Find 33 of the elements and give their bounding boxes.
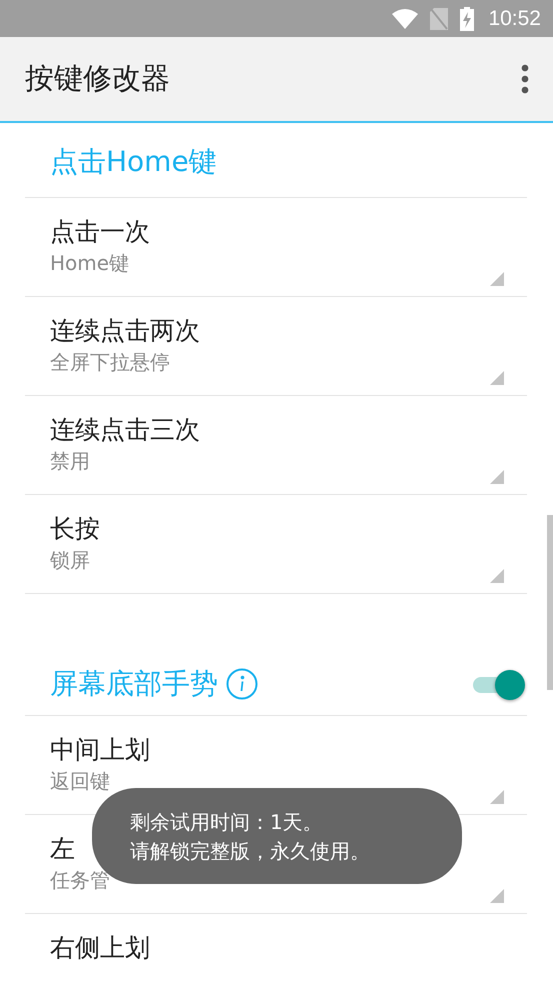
- preference-title: 点击一次: [50, 216, 150, 248]
- dropdown-corner-icon: [490, 371, 504, 385]
- preference-value: 全屏下拉悬停: [50, 349, 170, 376]
- dropdown-corner-icon: [490, 889, 504, 903]
- preference-row[interactable]: 点击一次 Home键: [25, 198, 527, 297]
- preference-row[interactable]: 长按 锁屏: [25, 495, 527, 594]
- info-icon[interactable]: [226, 668, 258, 700]
- preference-title: 右侧上划: [50, 932, 150, 964]
- section-header: 点击Home键: [50, 144, 217, 180]
- no-sim-icon: [430, 8, 448, 30]
- preference-row[interactable]: 右侧上划: [25, 914, 527, 983]
- preference-value: 任务管: [50, 867, 110, 894]
- dropdown-corner-icon: [490, 790, 504, 804]
- more-options-icon[interactable]: [519, 63, 531, 95]
- preference-value: 锁屏: [50, 547, 90, 574]
- preference-value: 返回键: [50, 768, 110, 795]
- preference-title: 连续点击三次: [50, 414, 200, 446]
- preference-row[interactable]: 连续点击三次 禁用: [25, 396, 527, 495]
- preference-row[interactable]: 连续点击两次 全屏下拉悬停: [25, 297, 527, 396]
- status-time: 10:52: [488, 6, 541, 30]
- wifi-icon: [392, 8, 418, 28]
- preference-value: 禁用: [50, 448, 90, 475]
- preference-title: 连续点击两次: [50, 315, 200, 347]
- preference-title: 长按: [50, 513, 100, 545]
- app-title: 按键修改器: [25, 60, 170, 97]
- section-header: 屏幕底部手势: [50, 666, 218, 702]
- preference-value: Home键: [50, 250, 130, 277]
- dropdown-corner-icon: [490, 569, 504, 583]
- preference-title: 左: [50, 833, 75, 865]
- dropdown-corner-icon: [490, 470, 504, 484]
- battery-charging-icon: [460, 6, 474, 30]
- dropdown-corner-icon: [490, 272, 504, 286]
- preference-title: 中间上划: [50, 734, 150, 766]
